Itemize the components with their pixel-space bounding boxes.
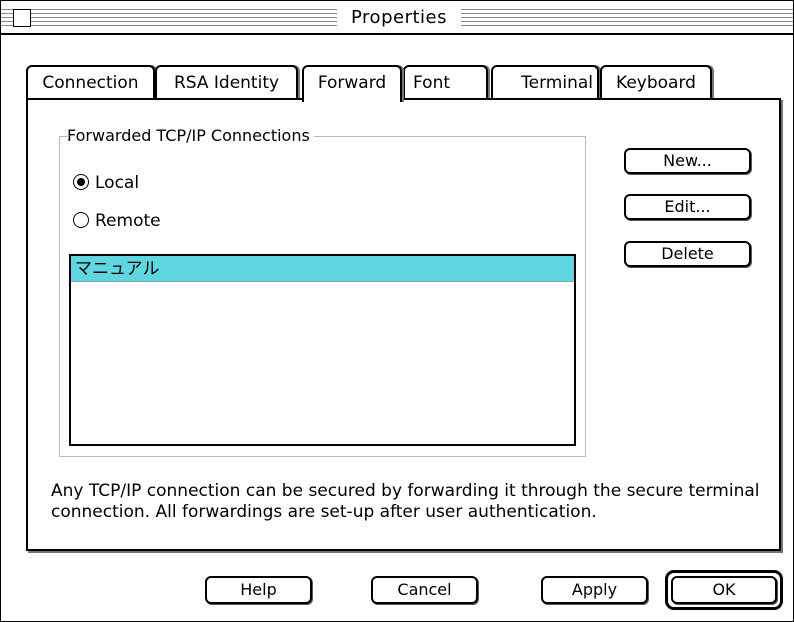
radio-local[interactable]: Local <box>73 171 139 195</box>
tab-font[interactable]: Font <box>403 65 488 100</box>
group-title: Forwarded TCP/IP Connections <box>67 125 314 147</box>
tab-terminal[interactable]: Terminal <box>491 65 599 100</box>
tab-rsa-identity[interactable]: RSA Identity <box>155 65 298 100</box>
radio-remote-label: Remote <box>95 211 161 231</box>
help-button[interactable]: Help <box>205 576 312 604</box>
delete-button[interactable]: Delete <box>624 241 751 267</box>
close-box-icon[interactable] <box>13 9 31 27</box>
window-title: Properties <box>337 6 461 30</box>
radio-checked-icon[interactable] <box>73 174 89 190</box>
new-button[interactable]: New... <box>624 148 751 174</box>
edit-button[interactable]: Edit... <box>624 194 751 220</box>
tab-connection[interactable]: Connection <box>26 65 155 100</box>
tab-bar: Connection RSA Identity Forward Font Ter… <box>26 65 786 102</box>
radio-local-label: Local <box>95 173 140 193</box>
properties-window: Properties Connection RSA Identity Forwa… <box>0 0 794 622</box>
apply-button[interactable]: Apply <box>541 576 648 604</box>
description-text: Any TCP/IP connection can be secured by … <box>51 481 760 522</box>
ok-button[interactable]: OK <box>671 576 777 604</box>
cancel-button[interactable]: Cancel <box>371 576 478 604</box>
radio-remote[interactable]: Remote <box>73 209 161 233</box>
radio-unchecked-icon[interactable] <box>73 212 89 228</box>
tab-keyboard[interactable]: Keyboard <box>600 65 712 100</box>
forwardings-list[interactable]: マニュアル <box>69 254 576 446</box>
tab-forward[interactable]: Forward <box>302 65 402 102</box>
title-bar[interactable]: Properties <box>1 1 793 35</box>
list-item[interactable]: マニュアル <box>71 256 574 282</box>
